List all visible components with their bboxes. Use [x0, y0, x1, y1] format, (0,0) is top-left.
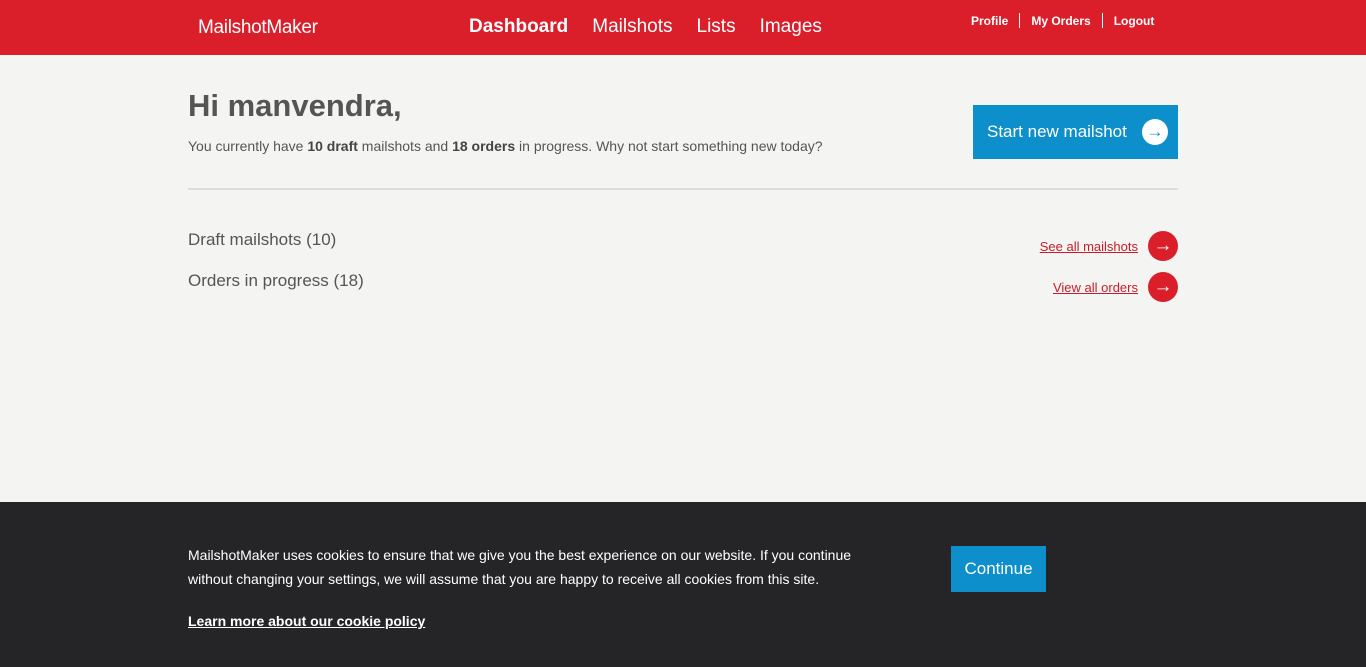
cookie-policy-link[interactable]: Learn more about our cookie policy [188, 613, 425, 629]
start-new-mailshot-button[interactable]: Start new mailshot → [973, 105, 1178, 159]
nav-dashboard[interactable]: Dashboard [469, 16, 568, 38]
top-navigation-bar: MailshotMaker Dashboard Mailshots Lists … [0, 0, 1366, 55]
draft-mailshots-title: Draft mailshots (10) [188, 230, 337, 249]
see-all-mailshots-link[interactable]: See all mailshots [1040, 239, 1138, 254]
divider [1019, 13, 1021, 28]
order-count: 18 orders [452, 138, 516, 154]
divider [1101, 13, 1103, 28]
nav-lists[interactable]: Lists [697, 16, 736, 38]
intro-middle: mailshots and [357, 138, 453, 154]
view-all-orders: View all orders → [1053, 272, 1178, 302]
nav-mailshots[interactable]: Mailshots [592, 16, 672, 38]
arrow-right-icon[interactable]: → [1148, 272, 1178, 302]
user-navigation: Profile My Orders Logout [971, 13, 1154, 28]
profile-link[interactable]: Profile [971, 14, 1008, 28]
cookie-banner: MailshotMaker uses cookies to ensure tha… [0, 502, 1366, 667]
orders-in-progress-title: Orders in progress (18) [188, 271, 364, 290]
nav-images[interactable]: Images [760, 16, 822, 38]
intro-text: You currently have 10 draft mailshots an… [188, 138, 823, 154]
view-all-orders-link[interactable]: View all orders [1053, 280, 1138, 295]
arrow-right-icon: → [1142, 119, 1168, 145]
continue-button[interactable]: Continue [951, 546, 1046, 592]
arrow-right-icon[interactable]: → [1148, 231, 1178, 261]
main-navigation: Dashboard Mailshots Lists Images [469, 16, 846, 38]
logout-link[interactable]: Logout [1114, 14, 1155, 28]
intro-prefix: You currently have [188, 138, 308, 154]
start-button-label: Start new mailshot [987, 122, 1127, 141]
logo[interactable]: MailshotMaker [198, 17, 318, 39]
see-all-mailshots: See all mailshots → [1040, 231, 1178, 261]
draft-count: 10 draft [307, 138, 358, 154]
divider [188, 188, 1178, 190]
intro-suffix: in progress. Why not start something new… [515, 138, 823, 154]
my-orders-link[interactable]: My Orders [1031, 14, 1090, 28]
page-title: Hi manvendra, [188, 88, 402, 123]
cookie-message: MailshotMaker uses cookies to ensure tha… [188, 547, 852, 587]
